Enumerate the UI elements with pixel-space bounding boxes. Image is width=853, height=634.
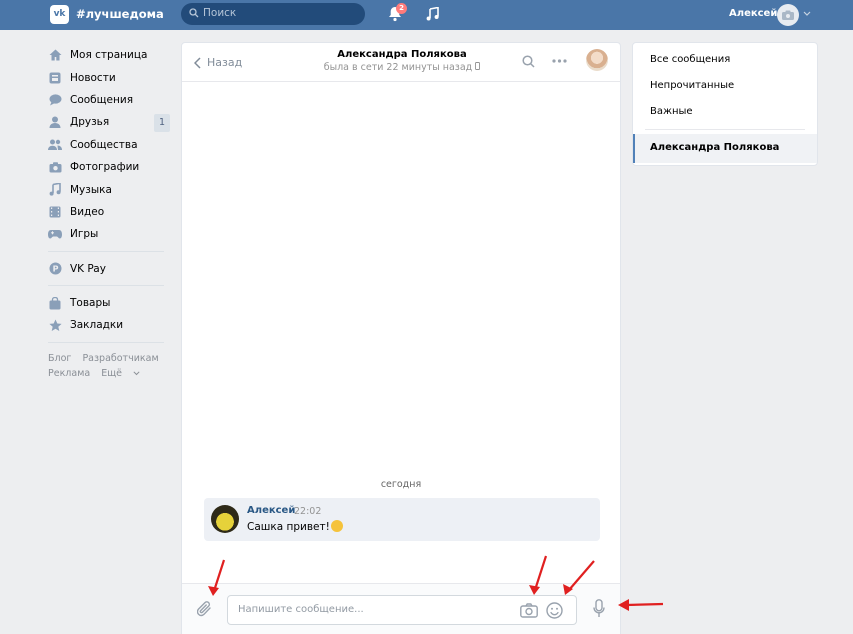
- date-separator: сегодня: [380, 479, 422, 490]
- annotation-arrow: [618, 599, 664, 611]
- user-name[interactable]: Алексей: [729, 8, 777, 19]
- friends-badge: 1: [154, 114, 170, 133]
- games-icon: [48, 230, 62, 239]
- peer-name: Александра Полякова: [337, 49, 467, 60]
- message-text: Сашка привет!: [247, 520, 343, 533]
- paperclip-icon[interactable]: [197, 600, 213, 618]
- svg-text:P: P: [52, 265, 58, 274]
- message-input-placeholder: Напишите сообщение...: [238, 604, 364, 615]
- sidebar-item-friends[interactable]: Друзья 1: [48, 111, 170, 133]
- search-input[interactable]: Поиск: [181, 3, 365, 25]
- video-icon: [49, 206, 61, 218]
- sidebar-item-label: Фотографии: [70, 161, 140, 174]
- active-conversation-label: Александра Полякова: [650, 142, 780, 153]
- top-bar: vk #лучшедома Поиск 2 Алексей: [0, 0, 853, 30]
- camera-icon: [782, 10, 794, 20]
- avatar[interactable]: [211, 505, 239, 533]
- message: Алексей 22:02 Сашка привет!: [204, 498, 600, 541]
- sidebar-item-label: Друзья: [70, 116, 110, 129]
- smile-emoji-icon: [330, 520, 343, 532]
- camera-icon[interactable]: [520, 603, 538, 618]
- chevron-left-icon: [194, 56, 201, 69]
- microphone-icon[interactable]: [593, 599, 605, 618]
- divider: [48, 341, 164, 343]
- sidebar-item-video[interactable]: Видео: [48, 201, 170, 223]
- peer-status: была в сети 22 минуты назад: [282, 62, 522, 73]
- composer: Напишите сообщение...: [182, 583, 620, 634]
- avatar[interactable]: [777, 4, 799, 26]
- communities-icon: [48, 139, 62, 151]
- footer-link-developers[interactable]: Разработчикам: [82, 353, 158, 364]
- footer-link-blog[interactable]: Блог: [48, 353, 71, 364]
- message-time[interactable]: 22:02: [294, 506, 321, 517]
- sidebar-item-news[interactable]: Новости: [48, 66, 170, 88]
- active-conversation-item[interactable]: Александра Полякова: [633, 134, 817, 163]
- sidebar-item-label: Сообщества: [70, 138, 138, 151]
- sidebar-item-label: Сообщения: [70, 93, 134, 106]
- notification-badge: 2: [396, 3, 407, 14]
- footer-link-ads[interactable]: Реклама: [48, 368, 90, 379]
- divider: [48, 284, 164, 286]
- sidebar-item-vkpay[interactable]: P VK Pay: [48, 258, 170, 280]
- chat-header: Назад Александра Полякова была в сети 22…: [182, 43, 620, 82]
- message-text-content: Сашка привет!: [247, 521, 330, 533]
- news-icon: [49, 72, 61, 84]
- sidebar-item-label: Закладки: [70, 319, 124, 332]
- friends-icon: [49, 116, 61, 129]
- filter-important[interactable]: Важные: [650, 106, 693, 117]
- sidebar-item-communities[interactable]: Сообщества: [48, 134, 170, 156]
- sidebar-item-label: VK Pay: [70, 262, 106, 275]
- sidebar-item-label: Видео: [70, 205, 105, 218]
- sidebar-item-games[interactable]: Игры: [48, 223, 170, 245]
- more-label: Ещё: [101, 367, 123, 379]
- footer-link-more[interactable]: Ещё: [101, 368, 140, 379]
- message-input[interactable]: Напишите сообщение...: [227, 595, 577, 625]
- sidebar-item-label: Товары: [70, 297, 111, 310]
- search-placeholder: Поиск: [203, 7, 237, 19]
- sidebar-item-bookmarks[interactable]: Закладки: [48, 314, 170, 336]
- star-icon: [48, 319, 62, 331]
- divider: [48, 250, 164, 252]
- sidebar-item-my-page[interactable]: Моя страница: [48, 44, 170, 66]
- music-icon: [49, 183, 61, 196]
- back-label: Назад: [207, 56, 243, 69]
- sidebar-item-messages[interactable]: Сообщения: [48, 89, 170, 111]
- peer-info[interactable]: Александра Полякова была в сети 22 минут…: [282, 49, 522, 73]
- sidebar-item-goods[interactable]: Товары: [48, 292, 170, 314]
- bag-icon: [49, 296, 61, 310]
- sidebar-item-label: Игры: [70, 228, 99, 241]
- search-icon[interactable]: [522, 55, 535, 68]
- conversations-filter-panel: Все сообщения Непрочитанные Важные Алекс…: [632, 42, 818, 166]
- smile-icon[interactable]: [546, 602, 563, 619]
- messages-icon: [49, 94, 61, 106]
- sidebar-item-label: Моя страница: [70, 49, 148, 62]
- vkpay-icon: P: [49, 262, 61, 275]
- filter-all-messages[interactable]: Все сообщения: [650, 54, 730, 65]
- music-icon[interactable]: [426, 7, 439, 21]
- hashtag-title[interactable]: #лучшедома: [76, 7, 164, 21]
- footer-links: Блог Разработчикам Реклама Ещё: [48, 351, 170, 381]
- message-author[interactable]: Алексей: [247, 505, 295, 516]
- mobile-icon: [475, 62, 481, 70]
- peer-status-text: была в сети 22 минуты назад: [323, 62, 473, 73]
- back-button[interactable]: Назад: [194, 56, 242, 69]
- divider: [645, 129, 805, 130]
- filter-unread[interactable]: Непрочитанные: [650, 80, 734, 91]
- sidebar-item-label: Новости: [70, 71, 116, 84]
- chat-panel: Назад Александра Полякова была в сети 22…: [181, 42, 621, 634]
- sidebar-item-music[interactable]: Музыка: [48, 178, 170, 200]
- sidebar-item-photos[interactable]: Фотографии: [48, 156, 170, 178]
- chevron-down-icon[interactable]: [803, 11, 811, 17]
- home-icon: [49, 49, 61, 61]
- search-icon: [189, 8, 199, 18]
- chevron-down-icon: [133, 371, 140, 375]
- sidebar: Моя страница Новости Сообщения Друзья 1 …: [48, 44, 170, 381]
- peer-avatar[interactable]: [586, 49, 608, 71]
- vk-logo[interactable]: vk: [50, 5, 69, 24]
- more-icon[interactable]: [552, 59, 567, 63]
- camera-icon: [49, 161, 61, 173]
- sidebar-item-label: Музыка: [70, 183, 112, 196]
